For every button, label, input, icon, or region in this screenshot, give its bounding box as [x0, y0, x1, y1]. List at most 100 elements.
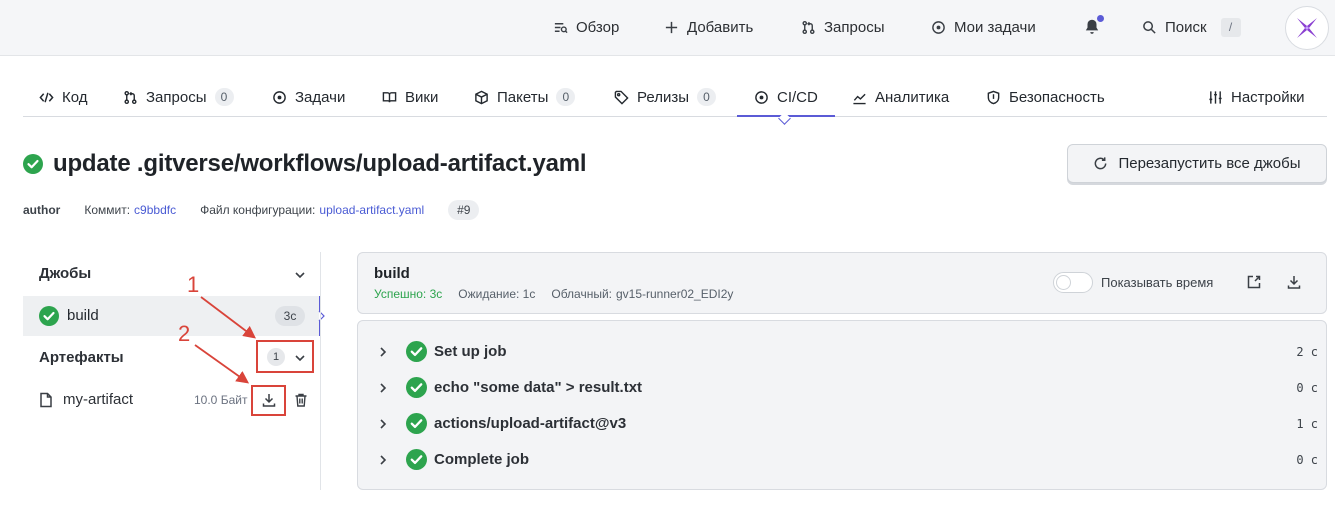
chevron-right-icon[interactable]	[376, 345, 390, 359]
commit-link[interactable]: c9bbdfc	[134, 203, 176, 217]
package-icon	[475, 90, 488, 104]
run-number-badge: #9	[448, 200, 480, 220]
job-status: Успешно: 3с	[374, 287, 443, 301]
tab-packages[interactable]: Пакеты 0	[474, 86, 576, 108]
tab-wiki[interactable]: Вики	[382, 86, 438, 108]
code-icon	[39, 92, 54, 102]
notification-dot	[1097, 15, 1104, 22]
tag-icon	[614, 90, 629, 105]
chevron-right-icon[interactable]	[376, 381, 390, 395]
job-duration: 3с	[275, 306, 305, 326]
sliders-icon	[1209, 90, 1222, 104]
success-check-icon	[406, 341, 427, 362]
job-wait: Ожидание: 1с	[458, 287, 536, 301]
tab-ci-cd[interactable]: CI/CD	[754, 86, 818, 108]
tab-count: 0	[214, 88, 234, 106]
repo-tabs: Код Запросы 0 Задачи Вики Пакеты 0 Релиз…	[23, 78, 1327, 125]
commit-label: Коммит:	[84, 203, 131, 217]
success-check-icon	[406, 377, 427, 398]
step-row[interactable]: actions/upload-artifact@v3 1 с	[358, 411, 1326, 437]
file-icon	[40, 392, 52, 408]
tab-count: 0	[696, 88, 716, 106]
circle-dot-icon	[932, 20, 945, 34]
step-row[interactable]: Set up job 2 с	[358, 339, 1326, 365]
tab-releases[interactable]: Релизы 0	[614, 86, 716, 108]
tab-analytics[interactable]: Аналитика	[852, 86, 949, 108]
jobs-section-title: Джобы	[39, 265, 92, 282]
step-row[interactable]: Complete job 0 с	[358, 447, 1326, 473]
step-name: actions/upload-artifact@v3	[434, 415, 627, 432]
search-icon	[1143, 20, 1156, 34]
new-window-icon[interactable]	[1246, 274, 1262, 290]
pull-request-icon	[124, 90, 137, 104]
plus-icon	[665, 21, 678, 33]
run-meta: author Коммит: c9bbdfc Файл конфигурации…	[23, 200, 480, 220]
tab-code[interactable]: Код	[39, 86, 88, 108]
overview-icon	[554, 22, 568, 33]
page-title: update .gitverse/workflows/upload-artifa…	[53, 150, 587, 177]
rerun-all-jobs-button[interactable]: Перезапустить все джобы	[1067, 144, 1327, 183]
nav-pull-requests[interactable]: Запросы	[801, 17, 885, 37]
success-check-icon	[23, 154, 43, 174]
job-item-build[interactable]: build 3с	[23, 296, 320, 336]
step-name: Complete job	[434, 451, 530, 468]
artifacts-section-title: Артефакты	[39, 349, 124, 366]
tab-settings[interactable]: Настройки	[1208, 86, 1305, 108]
tab-count: 0	[556, 88, 576, 106]
artifact-name[interactable]: my-artifact	[63, 391, 133, 408]
step-row[interactable]: echo "some data" > result.txt 0 с	[358, 375, 1326, 401]
job-steps-list: Set up job 2 с echo "some data" > result…	[357, 320, 1327, 490]
user-avatar[interactable]	[1285, 6, 1329, 50]
step-duration: 1 с	[1296, 417, 1318, 431]
tab-security[interactable]: Безопасность	[986, 86, 1105, 108]
job-details-header: build Успешно: 3с Ожидание: 1с Облачный:…	[357, 252, 1327, 314]
chart-icon	[853, 93, 866, 104]
success-check-icon	[406, 413, 427, 434]
annotation-box-1	[256, 340, 314, 373]
pull-request-icon	[802, 20, 815, 34]
tab-issues[interactable]: Задачи	[272, 86, 345, 108]
run-author: author	[23, 203, 61, 217]
show-time-label: Показывать время	[1101, 275, 1214, 290]
toggle-knob	[1056, 275, 1071, 290]
step-name: Set up job	[434, 343, 507, 360]
top-navigation: Обзор Добавить Запросы Мои задачи Поиск …	[0, 0, 1335, 56]
runner-name: gv15-runner02_EDI2y	[615, 287, 734, 301]
annotation-number-1: 1	[187, 272, 200, 297]
run-header: update .gitverse/workflows/upload-artifa…	[23, 148, 587, 180]
book-icon	[382, 91, 397, 102]
search-shortcut: /	[1220, 17, 1241, 37]
job-name: build	[67, 307, 99, 324]
nav-search[interactable]: Поиск /	[1142, 17, 1241, 37]
chevron-down-icon[interactable]	[293, 268, 307, 282]
circle-dot-icon	[273, 90, 286, 104]
nav-overview[interactable]: Обзор	[553, 17, 619, 37]
chevron-right-icon[interactable]	[376, 417, 390, 431]
download-icon[interactable]	[1286, 274, 1302, 290]
nav-my-tasks[interactable]: Мои задачи	[931, 17, 1036, 37]
job-summary: Успешно: 3с Ожидание: 1с Облачный: gv15-…	[374, 287, 733, 301]
nav-add[interactable]: Добавить	[664, 17, 753, 37]
annotation-box-2	[251, 385, 286, 416]
step-duration: 0 с	[1296, 453, 1318, 467]
success-check-icon	[406, 449, 427, 470]
sidebar-divider	[320, 252, 321, 490]
artifact-size: 10.0 Байт	[194, 393, 248, 407]
tab-pull-requests[interactable]: Запросы 0	[123, 86, 234, 108]
chevron-right-icon[interactable]	[376, 453, 390, 467]
config-label: Файл конфигурации:	[200, 203, 316, 217]
step-duration: 2 с	[1296, 345, 1318, 359]
refresh-icon	[1095, 157, 1107, 170]
runner-label: Облачный:	[551, 287, 612, 301]
config-file-link[interactable]: upload-artifact.yaml	[319, 203, 424, 217]
step-duration: 0 с	[1296, 381, 1318, 395]
success-check-icon	[39, 306, 59, 326]
circle-dot-icon	[755, 90, 768, 104]
step-name: echo "some data" > result.txt	[434, 379, 643, 396]
show-time-toggle[interactable]	[1053, 272, 1093, 293]
annotation-number-2: 2	[178, 321, 191, 346]
job-title: build	[374, 265, 410, 282]
logo-icon	[1297, 18, 1317, 38]
trash-icon[interactable]	[293, 392, 309, 408]
shield-icon	[987, 90, 1000, 104]
